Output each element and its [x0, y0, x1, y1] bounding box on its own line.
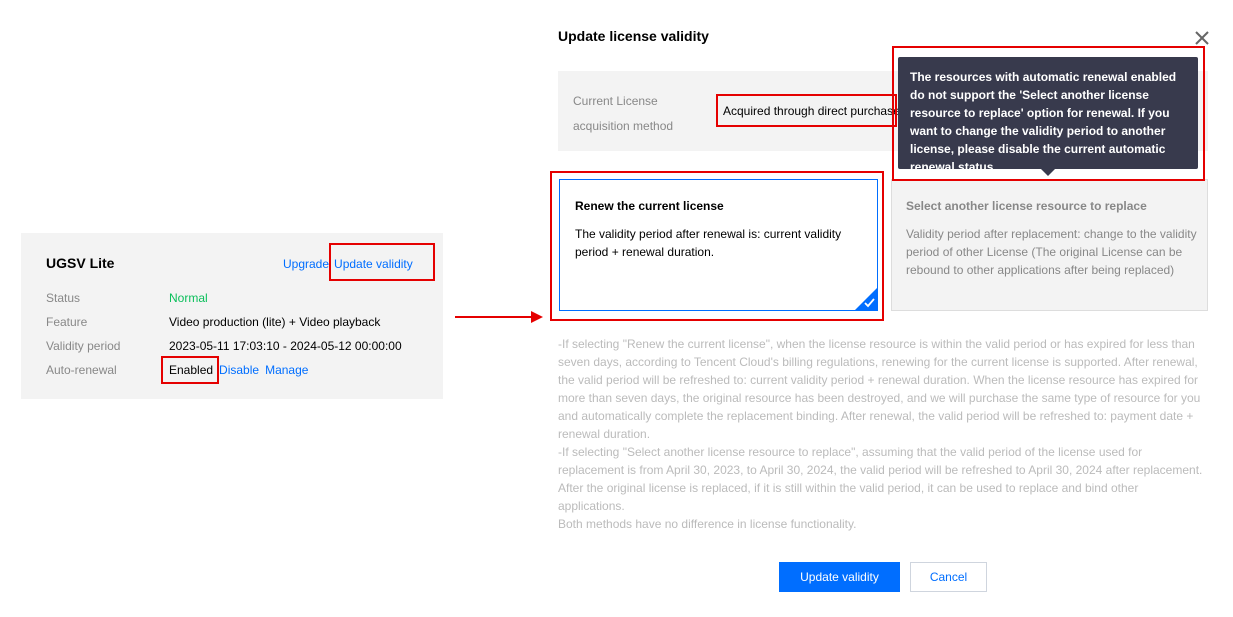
replace-option-description: Validity period after replacement: chang…: [906, 227, 1197, 277]
acquisition-method-label: Current License acquisition method: [573, 94, 674, 133]
acquisition-method-value: Acquired through direct purchase: [723, 104, 900, 118]
selected-check-icon: [855, 288, 877, 310]
auto-renewal-tooltip: The resources with automatic renewal ena…: [898, 57, 1198, 174]
renewal-notes: -If selecting "Renew the current license…: [558, 335, 1208, 533]
manage-link[interactable]: Manage: [265, 363, 308, 377]
upgrade-link[interactable]: Upgrade: [283, 257, 329, 271]
status-row: Status Normal: [46, 291, 208, 305]
validity-row: Validity period 2023-05-11 17:03:10 - 202…: [46, 339, 402, 353]
renew-option-description: The validity period after renewal is: cu…: [575, 227, 842, 259]
note-replace: -If selecting "Select another license re…: [558, 445, 1203, 513]
auto-renewal-label: Auto-renewal: [46, 363, 117, 377]
note-functionality: Both methods have no difference in licen…: [558, 517, 857, 531]
note-renew: -If selecting "Renew the current license…: [558, 337, 1201, 441]
auto-renewal-value: Enabled: [169, 363, 214, 377]
renew-option-title: Renew the current license: [575, 199, 724, 213]
update-validity-button[interactable]: Update validity: [779, 562, 900, 592]
tooltip-caret: [1041, 169, 1055, 176]
update-validity-link[interactable]: Update validity: [334, 257, 413, 271]
card-title: UGSV Lite: [46, 255, 115, 271]
arrow-right-icon: [455, 311, 543, 323]
status-label: Status: [46, 291, 81, 305]
validity-value: 2023-05-11 17:03:10 - 2024-05-12 00:00:0…: [169, 339, 402, 353]
replace-option-title: Select another license resource to repla…: [906, 199, 1147, 213]
feature-value: Video production (lite) + Video playback: [169, 315, 381, 329]
dialog-title: Update license validity: [558, 28, 709, 44]
close-icon[interactable]: [1192, 28, 1212, 48]
status-value: Normal: [169, 291, 208, 305]
feature-row: Feature Video production (lite) + Video p…: [46, 315, 380, 329]
feature-label: Feature: [46, 315, 88, 329]
license-card: UGSV Lite Upgrade Update validity Status N…: [21, 233, 443, 399]
renew-current-license-option[interactable]: Renew the current license The validity p…: [559, 179, 878, 311]
cancel-button[interactable]: Cancel: [910, 562, 987, 592]
disable-link[interactable]: Disable: [219, 363, 259, 377]
auto-renewal-row: Auto-renewal Enabled Disable Manage: [46, 363, 308, 377]
replace-license-option[interactable]: Select another license resource to repla…: [891, 179, 1208, 311]
validity-label: Validity period: [46, 339, 121, 353]
card-actions: Upgrade Update validity: [283, 257, 413, 271]
